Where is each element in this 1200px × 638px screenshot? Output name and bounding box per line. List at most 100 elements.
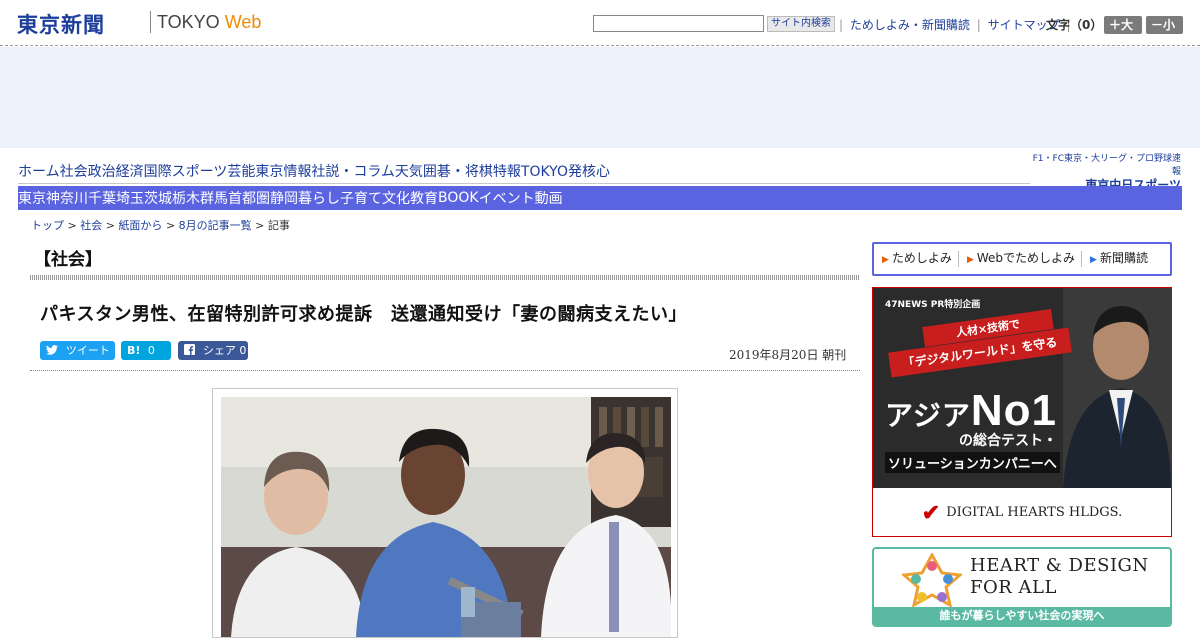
chunichi-sports-tagline: F1・FC東京・大リーグ・プロ野球速報 [1032, 154, 1181, 177]
nav-item-sports[interactable]: スポーツ [172, 161, 228, 181]
ad-subline: の総合テスト・ [959, 433, 1057, 449]
hatena-icon: B! [127, 344, 141, 357]
ad-kicker: 47NEWS PR特別企画 [885, 300, 981, 310]
ad-headline: アジアNo1 [885, 386, 1057, 436]
util-separator: | [839, 18, 844, 32]
nav-item-tokyo-hatsu[interactable]: TOKYO発 [521, 161, 582, 181]
nav-item-tokyo-info[interactable]: 東京情報 [255, 161, 311, 181]
region-item-culture[interactable]: 文化 [382, 188, 410, 208]
article-date: 2019年8月20日 朝刊 [729, 348, 847, 362]
trial-subscribe-link[interactable]: ためしよみ・新聞購読 [850, 18, 970, 32]
tweet-button[interactable]: ツイート [40, 341, 115, 360]
breadcrumb-separator: > [165, 219, 176, 232]
tweet-label: ツイート [65, 344, 110, 357]
region-item-tochigi[interactable]: 栃木 [172, 188, 200, 208]
site-logo-sub[interactable]: TOKYO Web [157, 12, 261, 33]
facebook-share-button[interactable]: シェア 0 [178, 341, 248, 360]
hatena-count: 0 [147, 344, 155, 357]
logo-divider [150, 11, 151, 33]
region-item-video[interactable]: 動画 [535, 188, 563, 208]
article-photo[interactable] [221, 397, 671, 637]
subscribe-box: ▶ ためしよみ ▶ Webでためしよみ ▶ 新聞購読 [872, 242, 1172, 276]
ad-person-photo [1063, 288, 1171, 488]
region-item-shutoken[interactable]: 首都圏 [228, 188, 270, 208]
region-item-tokyo[interactable]: 東京 [18, 188, 46, 208]
facebook-icon [184, 344, 199, 357]
utility-links: | ためしよみ・新聞購読 | サイトマップ | [836, 16, 1073, 33]
font-size-increase-button[interactable]: ＋大 [1104, 16, 1142, 34]
nav-item-entertainment[interactable]: 芸能 [227, 161, 255, 181]
twitter-icon [46, 344, 62, 357]
heart-design-banner[interactable]: HEART & DESIGN FOR ALL 誰もが暮らしやすい社会の実現へ [872, 547, 1172, 627]
nav-item-society[interactable]: 社会 [60, 161, 88, 181]
subscribe-link[interactable]: ▶ 新聞購読 [1082, 251, 1154, 267]
region-item-book[interactable]: BOOK [438, 190, 479, 206]
font-size-label: 文字（0） [1046, 18, 1103, 32]
web-trial-read-link[interactable]: ▶ Webでためしよみ [959, 251, 1083, 267]
nav-item-politics[interactable]: 政治 [88, 161, 116, 181]
site-logo[interactable]: 東京新聞 [17, 9, 105, 39]
region-item-kanagawa[interactable]: 神奈川 [46, 188, 88, 208]
search-input[interactable] [593, 15, 764, 32]
subscribe-label: 新聞購読 [1099, 251, 1148, 265]
section-divider [30, 275, 860, 280]
nav-item-international[interactable]: 国際 [144, 161, 172, 181]
ad-headline-no1: No1 [970, 386, 1058, 435]
breadcrumb-separator: > [105, 219, 115, 232]
heart-design-logo-icon [902, 553, 962, 607]
primary-nav: ホーム 社会 政治 経済 国際 スポーツ 芸能 東京情報 社説・コラム 天気 囲… [18, 158, 1030, 184]
facebook-count: 0 [239, 344, 247, 357]
section-title: 【社会】 [34, 250, 102, 270]
ad-company-footer: ✔ DIGITAL HEARTS HLDGS. [873, 488, 1171, 536]
breadcrumb-top[interactable]: トップ [31, 219, 64, 232]
trial-read-link[interactable]: ▶ ためしよみ [874, 251, 959, 267]
breadcrumb-august-list[interactable]: 8月の記事一覧 [179, 219, 252, 232]
region-item-parenting[interactable]: 子育て [340, 188, 382, 208]
trial-read-label: ためしよみ [891, 251, 952, 265]
checkmark-icon: ✔ [921, 499, 941, 526]
arrow-right-icon: ▶ [1090, 255, 1097, 265]
heart-design-title-line2: FOR ALL [970, 577, 1057, 598]
region-item-gunma[interactable]: 群馬 [200, 188, 228, 208]
nav-item-home[interactable]: ホーム [18, 161, 60, 181]
ad-company-name: DIGITAL HEARTS HLDGS. [946, 505, 1123, 520]
util-separator: | [976, 18, 981, 32]
region-item-ibaraki[interactable]: 茨城 [144, 188, 172, 208]
breadcrumb-separator: > [255, 219, 265, 232]
region-item-saitama[interactable]: 埼玉 [116, 188, 144, 208]
heart-design-title-line1: HEART & DESIGN [970, 555, 1149, 576]
ad-headline-a: アジア [885, 399, 971, 432]
site-header: 東京新聞 TOKYO Web サイト内検索 | ためしよみ・新聞購読 | サイト… [0, 0, 1200, 46]
site-search-button[interactable]: サイト内検索 [767, 16, 835, 32]
hatena-bookmark-button[interactable]: B! 0 [121, 341, 171, 360]
nav-item-editorial[interactable]: 社説・コラム [311, 161, 395, 181]
facebook-label: シェア [202, 344, 236, 357]
region-item-event[interactable]: イベント [479, 188, 535, 208]
breadcrumb-society[interactable]: 社会 [80, 219, 102, 232]
sponsor-ad-digital-hearts[interactable]: 47NEWS PR特別企画 人材×技術で 「デジタルワールド」を守る アジアNo… [872, 287, 1172, 537]
nav-item-economy[interactable]: 経済 [116, 161, 144, 181]
font-size-decrease-button[interactable]: －小 [1146, 16, 1183, 34]
region-item-shizuoka[interactable]: 静岡 [270, 188, 298, 208]
breadcrumb-print-edition[interactable]: 紙面から [118, 219, 162, 232]
regional-nav: 東京 神奈川 千葉 埼玉 茨城 栃木 群馬 首都圏 静岡 暮らし 子育て 文化 … [18, 186, 1182, 210]
heart-design-title: HEART & DESIGN FOR ALL [970, 555, 1149, 599]
nav-item-weather[interactable]: 天気 [395, 161, 423, 181]
nav-item-special-report[interactable]: 特報 [493, 161, 521, 181]
arrow-right-icon: ▶ [966, 255, 974, 265]
region-item-living[interactable]: 暮らし [298, 188, 340, 208]
logo-sub-accent: Web [224, 12, 262, 32]
arrow-right-icon: ▶ [882, 255, 889, 265]
nav-item-igo-shogi[interactable]: 囲碁・将棋 [423, 161, 493, 181]
ad-subline2: ソリューションカンパニーへ [885, 452, 1060, 473]
region-item-education[interactable]: 教育 [410, 188, 438, 208]
breadcrumb: トップ > 社会 > 紙面から > 8月の記事一覧 > 記事 [31, 217, 290, 233]
web-trial-read-label: Webでためしよみ [976, 251, 1076, 265]
article-divider [30, 370, 860, 371]
article-photo-frame [212, 388, 678, 638]
region-item-chiba[interactable]: 千葉 [88, 188, 116, 208]
nav-item-core[interactable]: 核心 [582, 161, 610, 181]
heart-design-caption: 誰もが暮らしやすい社会の実現へ [874, 607, 1170, 625]
breadcrumb-separator: > [67, 219, 77, 232]
top-ad-banner[interactable] [0, 47, 1200, 148]
